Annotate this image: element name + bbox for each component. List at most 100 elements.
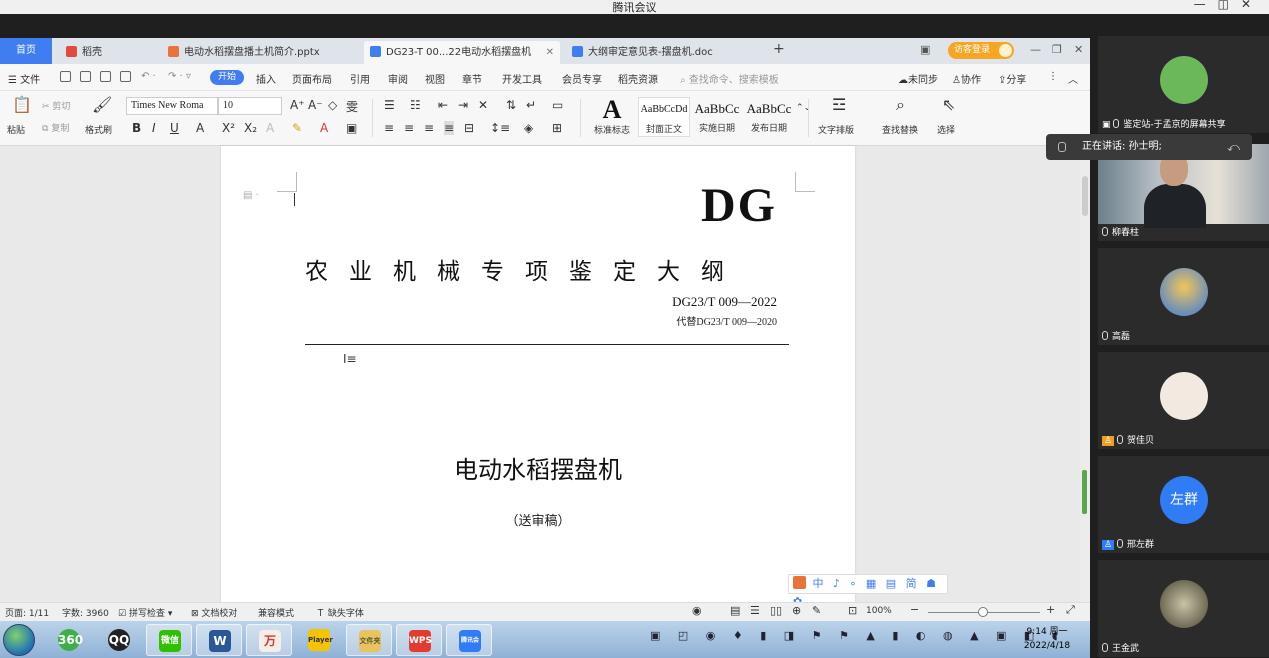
- style-publish-date[interactable]: AaBbCc 发布日期: [744, 97, 794, 137]
- zoom-slider-handle[interactable]: [978, 607, 988, 617]
- style-effective-date[interactable]: AaBbCc 实施日期: [692, 97, 742, 137]
- style-standard-mark[interactable]: A 标准标志: [588, 97, 636, 137]
- align-left-icon[interactable]: ≡: [384, 121, 394, 135]
- fit-page-icon[interactable]: ⊡: [848, 604, 857, 617]
- font-grow-icon[interactable]: A⁺: [290, 98, 305, 112]
- tab-home[interactable]: 首页: [0, 38, 52, 64]
- indent-icon[interactable]: ⇥: [458, 98, 468, 112]
- web-view-icon[interactable]: ⊕: [792, 604, 801, 617]
- share-button[interactable]: ⇪分享: [998, 71, 1026, 86]
- more-icon[interactable]: ⋮: [1048, 71, 1058, 82]
- menu-page-layout[interactable]: 页面布局: [292, 71, 332, 86]
- paste-button[interactable]: 粘贴: [7, 123, 25, 136]
- page-view-icon[interactable]: ▤: [730, 604, 740, 617]
- highlight-icon[interactable]: ✎: [292, 121, 302, 135]
- fullscreen-icon[interactable]: ⤢: [1066, 603, 1075, 617]
- align-center-icon[interactable]: ≡: [404, 121, 414, 135]
- tab-active-document[interactable]: DG23-T 00...22电动水稻摆盘机 ✕: [364, 41, 560, 64]
- zoom-in-icon[interactable]: +: [1046, 603, 1055, 616]
- format-painter-icon[interactable]: 🖌: [92, 95, 112, 114]
- taskbar-app-player[interactable]: Player: [296, 624, 342, 656]
- bold-icon[interactable]: B: [132, 121, 141, 135]
- line-spacing-icon[interactable]: ↕≡: [490, 121, 510, 135]
- subscript-icon[interactable]: X₂: [244, 121, 257, 135]
- chinese-layout-icon[interactable]: ✕: [478, 98, 488, 112]
- participant-tile[interactable]: 左群 ♙ 邢左群: [1098, 456, 1269, 553]
- document-page[interactable]: ▤ · DG 农业机械专项鉴定大纲 DG23/T 009—2022 代替DG23…: [221, 146, 855, 602]
- spell-check[interactable]: ☑ 拼写检查 ▾: [118, 606, 172, 619]
- print-icon[interactable]: [100, 71, 111, 82]
- font-name-select[interactable]: Times New Roma: [126, 97, 218, 115]
- taskbar-app-wanxing[interactable]: 万: [246, 624, 292, 656]
- format-painter-button[interactable]: 格式刷: [85, 123, 112, 136]
- superscript-icon[interactable]: X²: [222, 121, 235, 135]
- wps-minimize-icon[interactable]: —: [1030, 43, 1041, 56]
- text-layout-button[interactable]: 文字排版: [818, 123, 854, 136]
- menu-references[interactable]: 引用: [350, 71, 370, 86]
- ime-toolbar[interactable]: 中 ♪ ∘ ▦ ▤ 简 ☗ ✿: [788, 574, 948, 608]
- paste-icon[interactable]: 📋: [12, 95, 32, 114]
- save-icon[interactable]: [60, 71, 71, 82]
- phonetic-icon[interactable]: 雯: [346, 98, 358, 115]
- write-mode-icon[interactable]: ✎: [812, 604, 821, 617]
- show-marks-icon[interactable]: ↵: [526, 98, 536, 112]
- window-layout-icon[interactable]: ▣: [920, 43, 930, 56]
- bullet-list-icon[interactable]: ☰: [384, 98, 395, 112]
- menu-insert[interactable]: 插入: [256, 71, 276, 86]
- zoom-out-icon[interactable]: −: [910, 603, 919, 616]
- tab-close-icon[interactable]: ✕: [546, 41, 554, 64]
- menu-review[interactable]: 审阅: [388, 71, 408, 86]
- font-size-select[interactable]: 10: [218, 97, 282, 115]
- char-border-icon[interactable]: ▣: [346, 121, 357, 135]
- scroll-thumb[interactable]: [1082, 176, 1088, 216]
- menu-file[interactable]: ☰ 文件: [8, 71, 40, 86]
- ruler-icon[interactable]: ▭: [552, 98, 563, 112]
- document-proofread[interactable]: ⊠ 文档校对: [191, 606, 237, 619]
- minimize-icon[interactable]: —: [1194, 0, 1218, 11]
- tab-pptx[interactable]: 电动水稻摆盘播土机简介.pptx: [162, 41, 358, 64]
- menu-view[interactable]: 视图: [425, 71, 445, 86]
- vertical-scrollbar[interactable]: [1080, 146, 1090, 602]
- menu-member[interactable]: 会员专享: [562, 71, 602, 86]
- participant-tile[interactable]: ▣ 鉴定站-于孟京的屏幕共享: [1098, 36, 1269, 133]
- guest-login-button[interactable]: 访客登录: [948, 42, 1014, 59]
- participant-tile[interactable]: 王金武: [1098, 560, 1269, 657]
- wps-restore-icon[interactable]: ❐: [1052, 43, 1062, 56]
- participant-tile[interactable]: ♙ 贺佳贝: [1098, 352, 1269, 449]
- wps-close-icon[interactable]: ✕: [1074, 43, 1083, 56]
- print-preview-icon[interactable]: [120, 71, 131, 82]
- cut-button[interactable]: ✂ 剪切: [42, 99, 70, 112]
- clear-format-icon[interactable]: ◇: [328, 98, 337, 112]
- zoom-level[interactable]: 100%: [866, 606, 892, 616]
- new-tab-button[interactable]: +: [773, 41, 785, 57]
- collaborate-button[interactable]: ♙协作: [952, 71, 981, 86]
- close-icon[interactable]: ✕: [1241, 0, 1263, 11]
- taskbar-app-word[interactable]: W: [196, 624, 242, 656]
- redo-icon[interactable]: ↷ · ▿: [168, 71, 191, 82]
- outdent-icon[interactable]: ⇤: [438, 98, 448, 112]
- sort-icon[interactable]: ⇅: [506, 98, 516, 112]
- start-button[interactable]: [3, 624, 35, 656]
- system-clock[interactable]: 9:14 周一 2022/4/18: [1010, 625, 1084, 653]
- word-count[interactable]: 字数: 3960: [62, 606, 109, 619]
- strikethrough-icon[interactable]: A: [196, 121, 204, 135]
- taskbar-app-wps[interactable]: WPS: [396, 624, 442, 656]
- menu-chapter[interactable]: 章节: [462, 71, 482, 86]
- numbered-list-icon[interactable]: ☷: [410, 98, 421, 112]
- menu-docer-resources[interactable]: 稻壳资源: [618, 71, 658, 86]
- borders-icon[interactable]: ⊞: [552, 121, 562, 135]
- taskbar-app-explorer[interactable]: 文件夹: [346, 624, 392, 656]
- taskbar-app-360[interactable]: 360: [46, 624, 92, 656]
- sync-status[interactable]: ☁未同步: [898, 71, 938, 86]
- taskbar-app-wechat[interactable]: 微信: [146, 624, 192, 656]
- menu-start[interactable]: 开始: [210, 70, 244, 85]
- style-cover-body[interactable]: AaBbCcDd 封面正文: [638, 97, 690, 137]
- tab-docer[interactable]: 稻壳: [60, 41, 158, 64]
- missing-font[interactable]: Ｔ 缺失字体: [316, 606, 364, 619]
- tab-doc-review[interactable]: 大纲审定意见表-摆盘机.doc: [566, 41, 762, 64]
- restore-icon[interactable]: ◫: [1218, 0, 1241, 11]
- text-effect-icon[interactable]: A: [266, 121, 274, 135]
- italic-icon[interactable]: I: [152, 121, 156, 135]
- distribute-icon[interactable]: ⊟: [464, 121, 474, 135]
- select-cursor-icon[interactable]: ⇖: [942, 95, 955, 114]
